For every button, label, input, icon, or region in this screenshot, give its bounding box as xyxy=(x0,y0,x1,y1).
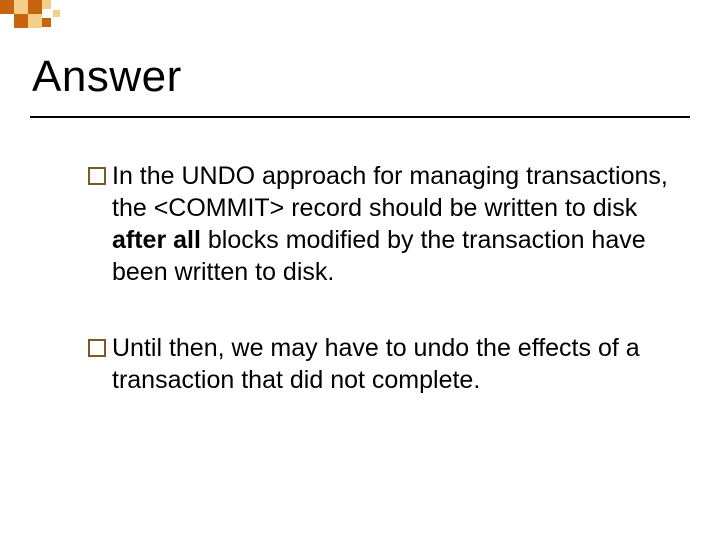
slide-title: Answer xyxy=(32,52,182,102)
slide-body: In the UNDO approach for managing transa… xyxy=(88,160,670,440)
bullet-box-icon xyxy=(88,339,106,357)
bullet-text-before: the UNDO approach for managing transacti… xyxy=(112,162,668,222)
bullet-lead: In xyxy=(112,162,133,190)
bullet-box-icon xyxy=(88,167,106,185)
bullet-item: In the UNDO approach for managing transa… xyxy=(88,160,670,288)
slide: Answer In the UNDO approach for managing… xyxy=(0,0,720,540)
bullet-lead: Until xyxy=(112,334,162,362)
bullet-text-before: then, we may have to undo the effects of… xyxy=(112,334,640,394)
corner-decoration xyxy=(0,0,80,40)
bullet-text-bold: after all xyxy=(112,226,201,254)
bullet-item: Until then, we may have to undo the effe… xyxy=(88,332,670,396)
title-underline xyxy=(30,116,690,118)
